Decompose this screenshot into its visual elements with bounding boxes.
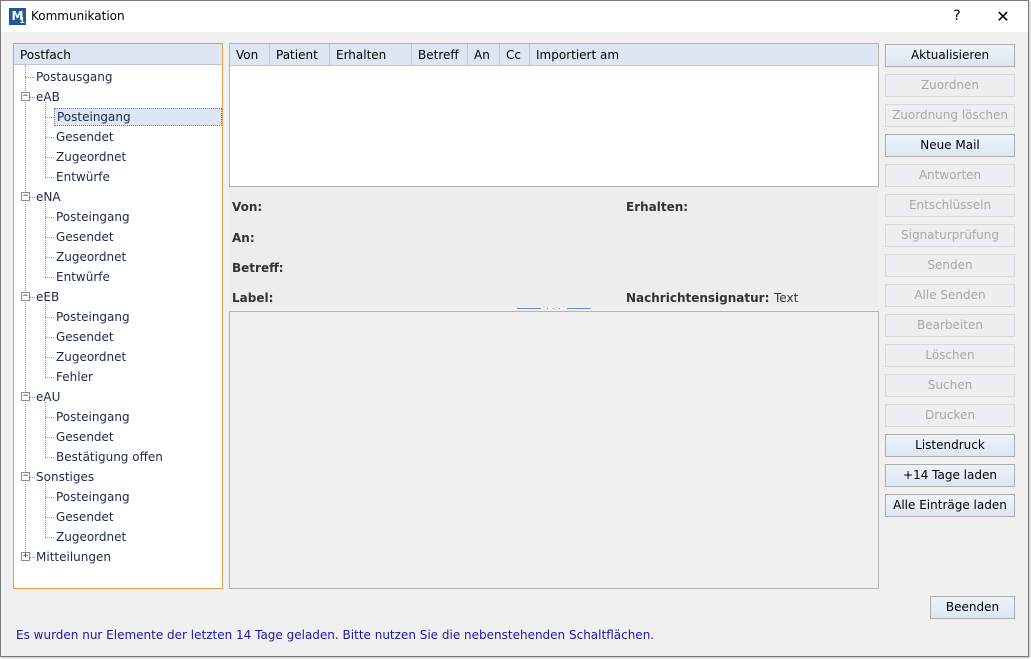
tree-item[interactable]: Entwürfe — [54, 268, 112, 286]
action-button[interactable]: Entschlüsseln — [885, 194, 1015, 217]
action-button[interactable]: Drucken — [885, 404, 1015, 427]
tree-item[interactable]: eNA — [34, 188, 63, 206]
close-icon[interactable]: ✕ — [980, 1, 1026, 32]
column-header[interactable]: Betreff — [412, 44, 468, 65]
collapse-icon[interactable]: − — [21, 92, 30, 101]
action-button[interactable]: Alle Einträge laden — [885, 494, 1015, 517]
window-title: Kommunikation — [31, 9, 125, 23]
tree-item[interactable]: eEB — [34, 288, 61, 306]
action-button[interactable]: Bearbeiten — [885, 314, 1015, 337]
action-button[interactable]: Alle Senden — [885, 284, 1015, 307]
tree-item[interactable]: Postausgang — [34, 68, 115, 86]
column-header[interactable]: Importiert am — [530, 44, 642, 65]
tree-item[interactable]: Zugeordnet — [54, 148, 128, 166]
expand-icon[interactable]: + — [21, 552, 30, 561]
action-button[interactable]: Neue Mail — [885, 134, 1015, 157]
erhalten-label: Erhalten: — [626, 200, 689, 214]
action-button[interactable]: Senden — [885, 254, 1015, 277]
postfach-tree[interactable]: Postfach Postausgang − eAB Posteingang Gesen… — [13, 43, 223, 589]
tree-item[interactable]: Gesendet — [54, 328, 116, 346]
kommunikation-window: M1 Kommunikation ? ✕ Postfach Postausgan… — [0, 0, 1029, 657]
help-icon[interactable]: ? — [934, 1, 980, 32]
action-button[interactable]: Suchen — [885, 374, 1015, 397]
action-button[interactable]: Aktualisieren — [885, 44, 1015, 67]
tree-item[interactable]: Gesendet — [54, 508, 116, 526]
message-body-pane[interactable] — [229, 311, 879, 589]
collapse-icon[interactable]: − — [21, 192, 30, 201]
signatur-value: Text — [774, 291, 799, 305]
title-bar[interactable]: M1 Kommunikation ? ✕ — [1, 1, 1028, 32]
column-header[interactable]: Erhalten — [330, 44, 412, 65]
an-label: An: — [232, 231, 255, 245]
tree-item[interactable]: Mitteilungen — [34, 548, 113, 566]
action-button[interactable]: Listendruck — [885, 434, 1015, 457]
message-details: Von: An: Betreff: Label: Erhalten: Nachr… — [229, 187, 879, 307]
app-logo-icon: M1 — [9, 8, 26, 25]
tree-item[interactable]: eAU — [34, 388, 62, 406]
tree-item[interactable]: Zugeordnet — [54, 248, 128, 266]
action-button[interactable]: Antworten — [885, 164, 1015, 187]
column-header[interactable]: An — [468, 44, 500, 65]
label-label: Label: — [232, 291, 274, 305]
column-header[interactable]: Von — [230, 44, 270, 65]
tree-item[interactable]: Gesendet — [54, 228, 116, 246]
tree-header: Postfach — [14, 44, 222, 65]
betreff-label: Betreff: — [232, 261, 284, 275]
mail-grid[interactable]: Von Patient Erhalten Betreff An Cc Importiert … — [229, 43, 879, 187]
tree-item[interactable]: Bestätigung offen — [54, 448, 165, 466]
tree-item[interactable]: Sonstiges — [34, 468, 96, 486]
tree-item[interactable]: Gesendet — [54, 428, 116, 446]
signatur-label: Nachrichtensignatur: — [626, 291, 770, 305]
tree-item[interactable]: Posteingang — [54, 208, 132, 226]
tree-item[interactable]: Gesendet — [54, 128, 116, 146]
tree-item[interactable]: Posteingang — [54, 408, 132, 426]
tree-item[interactable]: Entwürfe — [54, 168, 112, 186]
action-button[interactable]: Zuordnen — [885, 74, 1015, 97]
tree-item[interactable]: Zugeordnet — [54, 348, 128, 366]
tree-item[interactable]: Posteingang — [54, 488, 132, 506]
collapse-icon[interactable]: − — [21, 392, 30, 401]
action-button[interactable]: Zuordnung löschen — [885, 104, 1015, 127]
column-header[interactable]: Patient — [270, 44, 330, 65]
pane-splitter[interactable] — [517, 306, 593, 310]
tree-item[interactable]: Posteingang — [54, 308, 132, 326]
action-button[interactable]: +14 Tage laden — [885, 464, 1015, 487]
tree-item[interactable]: Zugeordnet — [54, 528, 128, 546]
column-header[interactable]: Cc — [500, 44, 530, 65]
tree-item[interactable]: Posteingang — [54, 108, 222, 126]
von-label: Von: — [232, 200, 263, 214]
action-button[interactable]: Löschen — [885, 344, 1015, 367]
grid-header: Von Patient Erhalten Betreff An Cc Importiert … — [230, 44, 878, 66]
collapse-icon[interactable]: − — [21, 472, 30, 481]
status-message: Es wurden nur Elemente der letzten 14 Ta… — [16, 628, 655, 642]
collapse-icon[interactable]: − — [21, 292, 30, 301]
beenden-button[interactable]: Beenden — [930, 596, 1015, 619]
tree-item[interactable]: eAB — [34, 88, 62, 106]
action-button[interactable]: Signaturprüfung — [885, 224, 1015, 247]
tree-item[interactable]: Fehler — [54, 368, 95, 386]
